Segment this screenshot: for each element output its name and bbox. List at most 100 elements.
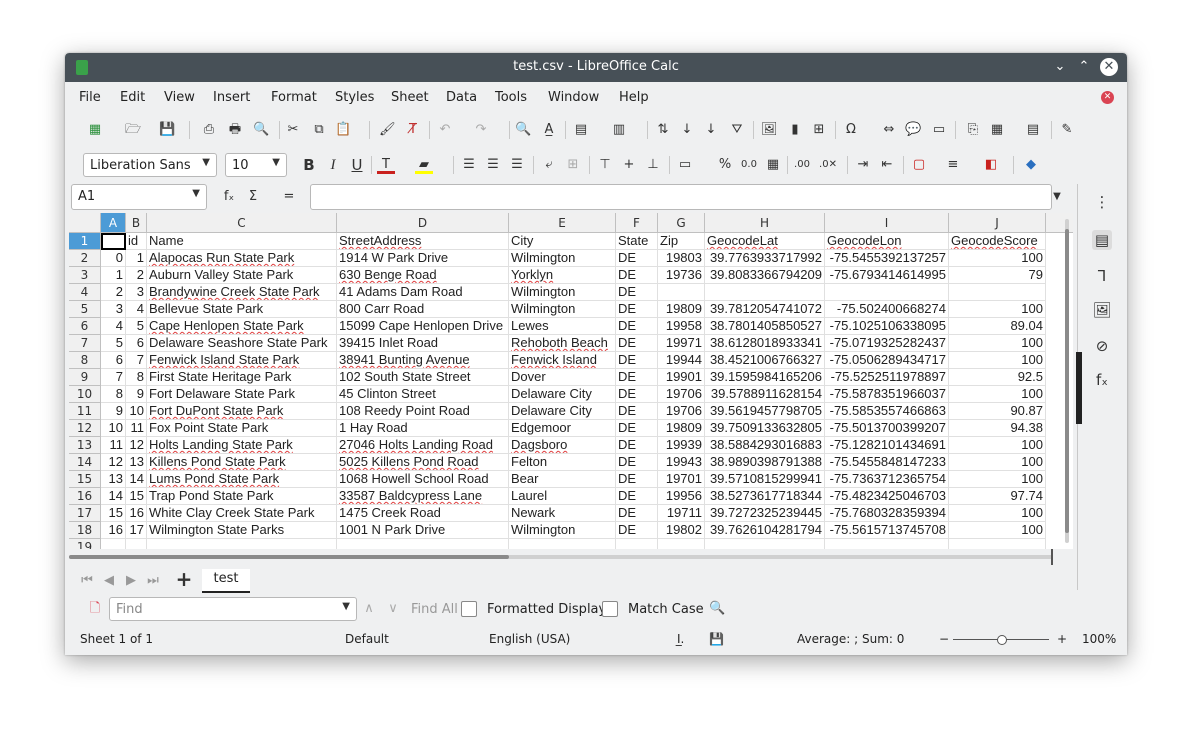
cell[interactable]: Wilmington	[509, 522, 616, 539]
last-sheet-icon[interactable]: ⏭	[145, 572, 161, 590]
column-header-a[interactable]: A	[101, 213, 126, 233]
formula-icon[interactable]: =	[281, 188, 297, 206]
menu-data[interactable]: Data	[446, 90, 477, 105]
cell[interactable]: 8	[101, 386, 126, 403]
cell[interactable]: -75.0719325282437	[825, 335, 949, 352]
cell[interactable]: 19944	[658, 352, 705, 369]
cell[interactable]: 19701	[658, 471, 705, 488]
cell[interactable]: 102 South State Street	[337, 369, 509, 386]
clone-formatting-icon[interactable]: 🖌	[379, 121, 396, 139]
cell[interactable]: DE	[616, 267, 658, 284]
menu-edit[interactable]: Edit	[120, 90, 145, 105]
cell[interactable]: -75.7363712365754	[825, 471, 949, 488]
align-left-icon[interactable]: ☰	[461, 156, 477, 174]
cell[interactable]: 94.38	[949, 420, 1046, 437]
menu-format[interactable]: Format	[271, 90, 317, 105]
row-header[interactable]: 16	[69, 488, 101, 505]
cell[interactable]: 39.5710815299941	[705, 471, 825, 488]
cell[interactable]: Brandywine Creek State Park	[147, 284, 337, 301]
cell[interactable]: Lewes	[509, 318, 616, 335]
close-document-icon[interactable]: ✕	[1101, 91, 1114, 104]
cell[interactable]: 100	[949, 437, 1046, 454]
show-draw-functions-icon[interactable]: ✎	[1059, 121, 1075, 139]
cell[interactable]: 38.9890398791388	[705, 454, 825, 471]
cell[interactable]: 16	[101, 522, 126, 539]
cell[interactable]: 39.7763933717992	[705, 250, 825, 267]
cell[interactable]: Rehoboth Beach	[509, 335, 616, 352]
sidebar-collapse-handle[interactable]	[1076, 352, 1082, 424]
insert-chart-icon[interactable]: ▮	[787, 121, 803, 139]
cell[interactable]	[101, 233, 126, 250]
cell[interactable]: 19711	[658, 505, 705, 522]
cell[interactable]: 19901	[658, 369, 705, 386]
cell[interactable]: -75.5878351966037	[825, 386, 949, 403]
cell[interactable]: Bear	[509, 471, 616, 488]
row-header[interactable]: 14	[69, 454, 101, 471]
wrap-text-icon[interactable]: ⤶	[541, 156, 557, 174]
cell[interactable]: -75.5013700399207	[825, 420, 949, 437]
cell[interactable]: 0	[101, 250, 126, 267]
cell[interactable]: First State Heritage Park	[147, 369, 337, 386]
cell[interactable]: 19809	[658, 301, 705, 318]
cell[interactable]: 9	[101, 403, 126, 420]
row-header[interactable]: 4	[69, 284, 101, 301]
cell[interactable]: DE	[616, 301, 658, 318]
formatted-display-checkbox[interactable]	[461, 601, 477, 617]
navigator-icon[interactable]: ⊘	[1092, 336, 1112, 356]
cell[interactable]: -75.5615713745708	[825, 522, 949, 539]
cell[interactable]: City	[509, 233, 616, 250]
cell[interactable]: 100	[949, 471, 1046, 488]
decrease-indent-icon[interactable]: ⇤	[879, 156, 895, 174]
cell[interactable]: GeocodeScore	[949, 233, 1046, 250]
menu-tools[interactable]: Tools	[495, 90, 527, 105]
cell[interactable]: 6	[126, 335, 147, 352]
percent-icon[interactable]: %	[717, 156, 733, 174]
cell[interactable]: 10	[101, 420, 126, 437]
cell[interactable]: 3	[101, 301, 126, 318]
cell[interactable]: 79	[949, 267, 1046, 284]
cell[interactable]	[949, 539, 1046, 549]
cell[interactable]: Edgemoor	[509, 420, 616, 437]
row-header[interactable]: 15	[69, 471, 101, 488]
cell[interactable]: DE	[616, 471, 658, 488]
match-case-checkbox[interactable]	[602, 601, 618, 617]
row-header[interactable]: 3	[69, 267, 101, 284]
cell[interactable]: -75.1282101434691	[825, 437, 949, 454]
cell[interactable]: 15	[126, 488, 147, 505]
cell[interactable]: 41 Adams Dam Road	[337, 284, 509, 301]
cell[interactable]: 7	[126, 352, 147, 369]
pivot-table-icon[interactable]: ⊞	[811, 121, 827, 139]
row-header[interactable]: 6	[69, 318, 101, 335]
cell[interactable]: 19939	[658, 437, 705, 454]
cell[interactable]: Cape Henlopen State Park	[147, 318, 337, 335]
cell[interactable]: 100	[949, 386, 1046, 403]
align-center-icon[interactable]: ☰	[485, 156, 501, 174]
cell[interactable]: StreetAddress	[337, 233, 509, 250]
cell[interactable]: 2	[101, 284, 126, 301]
cell[interactable]: GeocodeLon	[825, 233, 949, 250]
cell[interactable]: 38.5884293016883	[705, 437, 825, 454]
open-file-icon[interactable]: 🗁	[125, 121, 141, 139]
cell[interactable]: 2	[126, 267, 147, 284]
properties-icon[interactable]: ▤	[1092, 230, 1112, 250]
gallery-icon[interactable]: 🖼	[1092, 300, 1112, 320]
cell[interactable]: 11	[126, 420, 147, 437]
print-icon[interactable]: 🖶	[227, 121, 243, 139]
define-print-area-icon[interactable]: ⎘	[965, 121, 981, 139]
cell[interactable]: DE	[616, 420, 658, 437]
sheet-tab-test[interactable]: test	[202, 569, 250, 593]
cell[interactable]: Auburn Valley State Park	[147, 267, 337, 284]
menu-help[interactable]: Help	[619, 90, 649, 105]
clear-formatting-icon[interactable]: T̸	[405, 121, 421, 139]
column-header-b[interactable]: B	[126, 213, 147, 233]
column-header-g[interactable]: G	[658, 213, 705, 233]
horizontal-scrollbar[interactable]	[69, 551, 1053, 563]
scrollbar-thumb[interactable]	[69, 555, 509, 559]
cell[interactable]: 14	[101, 488, 126, 505]
font-name-combo[interactable]: Liberation Sans ▼	[83, 153, 217, 177]
spelling-icon[interactable]: A̲	[541, 121, 557, 139]
menu-file[interactable]: File	[79, 90, 101, 105]
cell[interactable]	[705, 284, 825, 301]
cell[interactable]: White Clay Creek State Park	[147, 505, 337, 522]
cell[interactable]: State	[616, 233, 658, 250]
